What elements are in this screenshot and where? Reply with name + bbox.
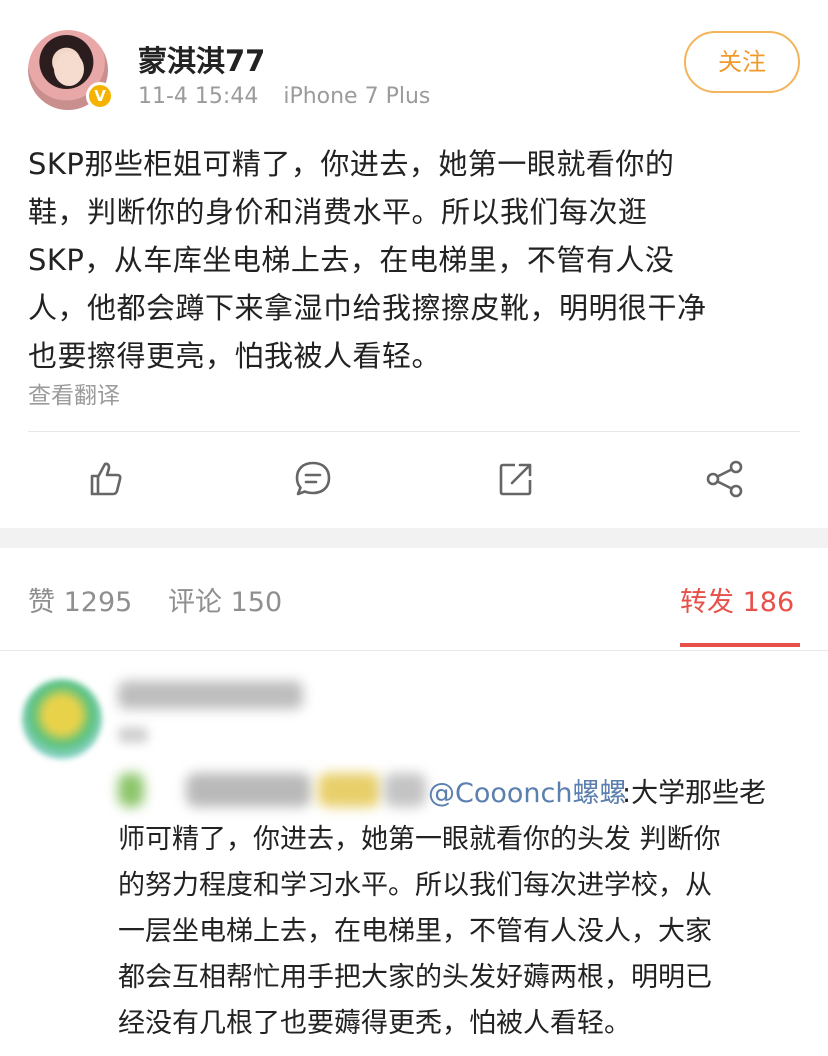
comment-text-line: 师可精了，你进去，她第一眼就看你的头发 判断你 [118, 824, 721, 855]
comment-text-line: 经没有几根了也要薅得更秃，怕被人看轻。 [118, 1008, 631, 1039]
post-date: 11-4 15:44 [138, 84, 259, 109]
tab-likes[interactable]: 赞 1295 [28, 580, 132, 619]
repost-icon[interactable] [495, 458, 537, 500]
post-content-line: 人，他都会蹲下来拿湿巾给我擦擦皮靴，明明很干净 [28, 291, 707, 325]
blurred-timestamp [118, 727, 148, 743]
comment-icon[interactable] [292, 458, 334, 500]
post-meta: 11-4 15:44 iPhone 7 Plus [138, 84, 430, 109]
follow-button[interactable]: 关注 [684, 31, 800, 93]
username[interactable]: 蒙淇淇77 [138, 38, 265, 80]
post-content-line: SKP那些柜姐可精了，你进去，她第一眼就看你的 [28, 147, 675, 181]
tab-reposts-label: 转发 [680, 587, 734, 618]
post-content-line: 鞋，判断你的身价和消费水平。所以我们每次逛 [28, 195, 648, 229]
divider [28, 431, 800, 432]
comment-text-line: 的努力程度和学习水平。所以我们每次进学校，从 [118, 870, 712, 901]
comment-text: . 师可精了，你进去，她第一眼就看你的头发 判断你 的努力程度和学习水平。所以我… [118, 771, 808, 1047]
post-content-line: SKP，从车库坐电梯上去，在电梯里，不管有人没 [28, 243, 675, 277]
tab-reposts-count: 186 [742, 587, 795, 618]
share-icon[interactable] [704, 458, 746, 500]
post-content: SKP那些柜姐可精了，你进去，她第一眼就看你的 鞋，判断你的身价和消费水平。所以… [28, 140, 808, 380]
weibo-post: V 蒙淇淇77 11-4 15:44 iPhone 7 Plus 关注 SKP那… [0, 0, 828, 528]
translate-link[interactable]: 查看翻译 [28, 376, 120, 410]
tab-comments[interactable]: 评论 150 [168, 580, 282, 619]
commenter-avatar[interactable] [22, 679, 102, 759]
comment-text-line: 都会互相帮忙用手把大家的头发好薅两根，明明已 [118, 962, 712, 993]
interaction-tabs: 赞 1295 评论 150 转发 186 [0, 548, 828, 650]
like-icon[interactable] [84, 458, 126, 500]
section-separator [0, 528, 828, 548]
avatar-face [54, 52, 84, 86]
tab-comments-label: 评论 [168, 587, 222, 618]
post-content-line: 也要擦得更亮，怕我被人看轻。 [28, 339, 442, 373]
active-tab-indicator [680, 643, 800, 647]
post-device: iPhone 7 Plus [283, 84, 431, 109]
blurred-username [118, 681, 303, 709]
tab-likes-count: 1295 [63, 587, 133, 618]
tab-likes-label: 赞 [28, 587, 55, 618]
tab-comments-count: 150 [230, 587, 283, 618]
comment-text-line: 一层坐电梯上去，在电梯里，不管有人没人，大家 [118, 916, 712, 947]
tab-reposts[interactable]: 转发 186 [680, 580, 794, 619]
verified-badge-icon: V [86, 82, 114, 110]
repost-item: @Cooonch螺螺 :大学那些老 . 师可精了，你进去，她第一眼就看你的头发 … [0, 651, 828, 1056]
